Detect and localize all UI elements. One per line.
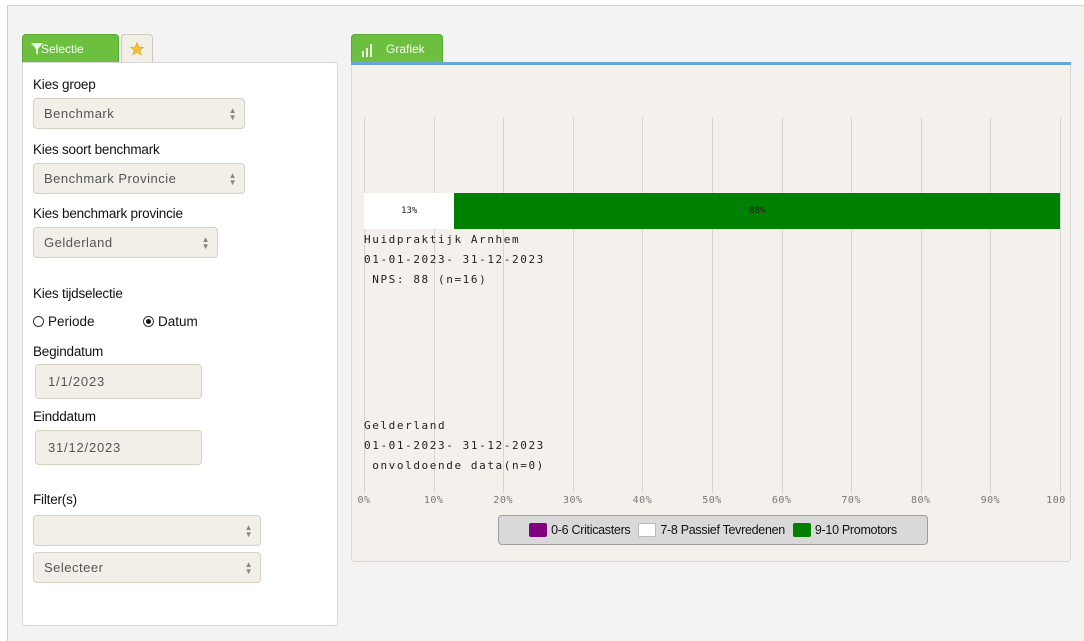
row-label: Gelderland 01-01-2023- 31-12-2023 onvoldo…	[364, 416, 545, 476]
gridline	[572, 117, 574, 493]
chart-panel	[351, 65, 1071, 562]
radio-periode-label: Periode	[48, 314, 95, 329]
tab-grafiek-label: Grafiek	[386, 42, 425, 56]
gridline	[920, 117, 922, 493]
legend-swatch	[529, 523, 548, 537]
benchmark-type-label: Kies soort benchmark	[33, 142, 160, 157]
start-date-input[interactable]: 1/1/2023	[35, 364, 202, 399]
start-date-label: Begindatum	[33, 344, 104, 359]
legend-label: 7-8 Passief Tevredenen	[660, 523, 785, 537]
bar-segment[interactable]: 13%	[364, 193, 455, 229]
x-tick-label: 90%	[980, 495, 1001, 506]
legend-label: 9-10 Promotors	[814, 523, 897, 537]
x-tick-label: 20%	[493, 495, 513, 506]
row-label: Huidpraktijk Arnhem 01-01-2023- 31-12-202…	[364, 230, 545, 290]
bar-segment[interactable]: 88%	[454, 193, 1060, 229]
select-arrows-icon: ▲ ▼	[244, 523, 253, 539]
tab-selectie[interactable]: Selectie	[22, 34, 119, 62]
group-label: Kies groep	[33, 77, 96, 92]
province-select[interactable]: Gelderland ▲ ▼	[33, 227, 218, 258]
group-select-value: Benchmark	[44, 106, 115, 121]
row-label-line: 01-01-2023- 31-12-2023	[364, 439, 545, 452]
time-selection-label: Kies tijdselectie	[33, 286, 123, 301]
benchmark-type-value: Benchmark Provincie	[44, 171, 177, 186]
row-label-line: onvoldoende data(n=0)	[364, 459, 545, 472]
benchmark-type-select[interactable]: Benchmark Provincie ▲ ▼	[33, 163, 245, 194]
gridline	[990, 117, 992, 493]
x-tick-label: 60%	[771, 495, 792, 506]
filter-select[interactable]: ▲ ▼	[33, 515, 261, 546]
gridline	[851, 117, 853, 493]
tab-favorites[interactable]	[121, 34, 153, 62]
filter-value-select-value: Selecteer	[44, 560, 104, 575]
x-tick-label: 30%	[563, 495, 583, 506]
x-tick-label: 80%	[911, 495, 931, 506]
row-label-line: Gelderland	[364, 419, 447, 432]
gridline	[642, 117, 644, 493]
gridline	[712, 117, 713, 493]
radio-datum-circle[interactable]	[143, 316, 154, 327]
x-tick-label: 50%	[702, 495, 722, 506]
legend-item-criticasters[interactable]: 0-6 Criticasters	[529, 523, 631, 537]
filters-label: Filter(s)	[33, 492, 77, 507]
filter-value-select[interactable]: Selecteer ▲ ▼	[33, 552, 261, 583]
row-label-line: Huidpraktijk Arnhem	[364, 233, 521, 246]
x-tick-label: 10%	[423, 495, 444, 506]
province-label: Kies benchmark provincie	[33, 206, 183, 221]
legend-swatch	[792, 523, 811, 537]
select-arrows-icon: ▲ ▼	[244, 560, 253, 576]
row-label-line: NPS: 88 (n=16)	[364, 273, 488, 286]
bar-chart-icon	[362, 44, 372, 57]
x-tick-label: 100	[1046, 495, 1066, 506]
select-arrows-icon: ▲ ▼	[228, 171, 237, 187]
legend-item-promotors[interactable]: 9-10 Promotors	[792, 523, 897, 537]
filter-icon	[31, 43, 43, 55]
radio-periode[interactable]: Periode	[33, 314, 95, 329]
group-select[interactable]: Benchmark ▲ ▼	[33, 98, 245, 129]
select-arrows-icon: ▲ ▼	[201, 235, 210, 251]
radio-datum[interactable]: Datum	[143, 314, 198, 329]
row-label-line: 01-01-2023- 31-12-2023	[364, 253, 545, 266]
gridline	[1060, 117, 1061, 493]
province-select-value: Gelderland	[44, 235, 113, 250]
gridline	[781, 117, 783, 493]
tab-grafiek[interactable]: Grafiek	[351, 34, 443, 62]
select-arrows-icon: ▲ ▼	[228, 106, 237, 122]
legend-label: 0-6 Criticasters	[551, 523, 631, 537]
radio-datum-label: Datum	[158, 314, 198, 329]
radio-periode-circle[interactable]	[33, 316, 44, 327]
x-tick-label: 40%	[632, 495, 653, 506]
x-tick-label: 0%	[357, 495, 371, 506]
tab-selectie-label: Selectie	[41, 42, 84, 56]
x-tick-label: 70%	[841, 495, 861, 506]
chart-legend[interactable]: 0-6 Criticasters 7-8 Passief Tevredenen …	[498, 515, 928, 545]
star-icon	[129, 41, 145, 56]
end-date-input[interactable]: 31/12/2023	[35, 430, 202, 465]
legend-swatch	[638, 523, 657, 537]
legend-item-passief[interactable]: 7-8 Passief Tevredenen	[638, 523, 785, 537]
end-date-label: Einddatum	[33, 409, 96, 424]
